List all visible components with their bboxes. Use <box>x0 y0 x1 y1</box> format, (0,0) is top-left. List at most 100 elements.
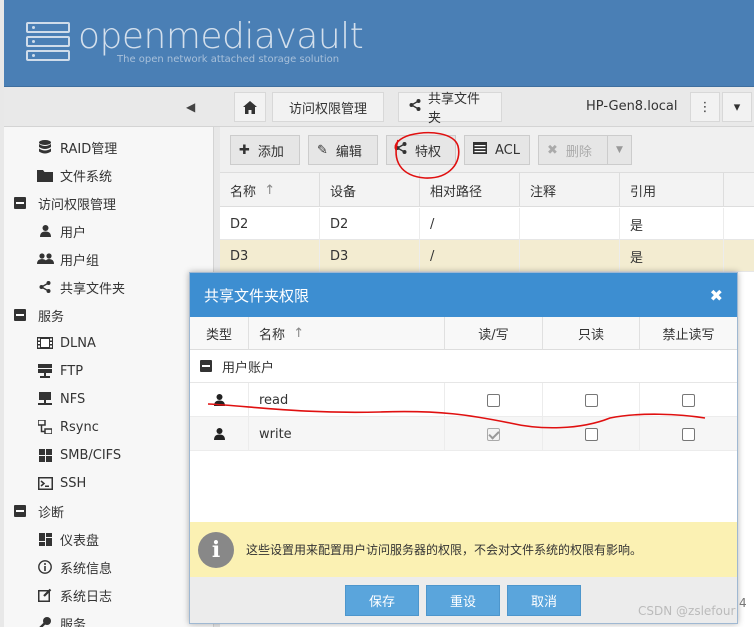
chevron-down-icon[interactable]: ▼ <box>607 136 631 164</box>
column-header-device[interactable]: 设备 <box>320 173 420 207</box>
column-header-read-only[interactable]: 只读 <box>543 317 640 350</box>
grid-header: 名称 ↑ 设备 相对路径 注释 引用 <box>220 173 754 207</box>
delete-button[interactable]: ✖ 删除 ▼ <box>538 135 632 165</box>
film-icon <box>36 337 54 349</box>
save-button[interactable]: 保存 <box>345 585 419 616</box>
logo-text: openmediavault <box>78 16 364 57</box>
group-row-user-accounts[interactable]: 用户账户 <box>190 350 737 383</box>
column-header-name[interactable]: 名称 ↑ <box>220 173 320 207</box>
column-header-no-access[interactable]: 禁止读写 <box>640 317 737 350</box>
system-menu[interactable]: ⋮ ▾ <box>690 92 752 122</box>
users-icon <box>36 253 54 265</box>
user-name: write <box>249 417 445 451</box>
sidebar-item-label: DLNA <box>60 335 96 351</box>
no-access-checkbox[interactable] <box>682 427 695 441</box>
sidebar-item-syslog[interactable]: 系统日志 <box>36 581 112 609</box>
collapse-icon[interactable] <box>200 360 212 372</box>
watermark: CSDN @zslefour <box>638 604 736 618</box>
sidebar-item-nfs[interactable]: NFS <box>36 385 85 413</box>
tagline: The open network attached storage soluti… <box>117 54 340 65</box>
table-row-selected[interactable]: D3 D3 / 是 <box>220 240 754 272</box>
share-icon <box>36 281 54 293</box>
collapse-nav-icon[interactable]: ◀ <box>186 100 200 114</box>
column-header-path[interactable]: 相对路径 <box>420 173 520 207</box>
cell-referenced: 是 <box>620 208 724 240</box>
add-button[interactable]: ✚ 添加 <box>230 135 300 165</box>
read-write-checkbox[interactable] <box>487 427 500 441</box>
read-only-checkbox[interactable] <box>584 427 598 441</box>
sidebar-item-rsync[interactable]: Rsync <box>36 413 99 441</box>
cell-device: D3 <box>320 240 420 272</box>
no-access-cell <box>640 417 737 451</box>
sidebar-item-sysinfo[interactable]: 系统信息 <box>36 553 112 581</box>
sidebar-item-label: SSH <box>60 475 87 491</box>
sidebar-group-label: 服务 <box>38 309 65 325</box>
close-icon[interactable]: ✖ <box>710 286 723 305</box>
sidebar-item-dashboard[interactable]: 仪表盘 <box>36 525 99 553</box>
cancel-button[interactable]: 取消 <box>507 585 581 616</box>
privileges-button[interactable]: 特权 <box>386 135 456 165</box>
read-only-cell <box>543 383 640 417</box>
edit-icon <box>36 588 54 602</box>
info-icon: i <box>198 531 234 568</box>
column-header-referenced[interactable]: 引用 <box>620 173 724 207</box>
sidebar-item-users[interactable]: 用户 <box>36 217 86 245</box>
sidebar-group-services[interactable]: 服务 <box>14 301 64 329</box>
sidebar-item-dlna[interactable]: DLNA <box>36 329 96 357</box>
dialog-title: 共享文件夹权限 <box>204 286 310 305</box>
sidebar-item-services-diag[interactable]: 服务 <box>36 609 86 627</box>
chevron-down-icon[interactable]: ▾ <box>722 92 752 122</box>
windows-icon <box>36 448 54 462</box>
sidebar-item-filesystem[interactable]: 文件系统 <box>36 161 112 189</box>
sidebar-item-ssh[interactable]: SSH <box>36 469 86 497</box>
info-banner: i 这些设置用来配置用户访问服务器的权限，不会对文件系统的权限有影响。 <box>190 522 737 577</box>
edit-button[interactable]: ✎ 编辑 <box>308 135 378 165</box>
add-label: 添加 <box>257 144 284 160</box>
sidebar-item-label: FTP <box>60 363 84 379</box>
table-row[interactable]: D2 D2 / 是 <box>220 208 754 240</box>
close-icon: ✖ <box>547 142 558 158</box>
cell-name: D2 <box>220 208 320 240</box>
server-icon <box>36 364 54 378</box>
logo-icon <box>26 22 72 62</box>
info-text: 这些设置用来配置用户访问服务器的权限，不会对文件系统的权限有影响。 <box>246 543 643 557</box>
sidebar-item-label: RAID管理 <box>60 141 118 157</box>
acl-button[interactable]: ACL <box>464 135 530 165</box>
column-header-comment[interactable]: 注释 <box>520 173 620 207</box>
read-write-checkbox[interactable] <box>487 393 500 407</box>
user-icon <box>36 225 54 237</box>
sidebar-item-label: 用户组 <box>60 253 100 269</box>
read-only-checkbox[interactable] <box>584 393 598 407</box>
reset-button[interactable]: 重设 <box>426 585 500 616</box>
column-header-name[interactable]: 名称 ↑ <box>249 317 445 350</box>
user-row-write[interactable]: write <box>190 417 737 451</box>
sidebar-item-label: NFS <box>60 391 86 407</box>
list-icon <box>473 142 487 158</box>
sidebar-item-label: 服务 <box>60 617 87 627</box>
sidebar-item-smb[interactable]: SMB/CIFS <box>36 441 121 469</box>
user-icon <box>190 383 249 417</box>
sidebar-item-shared-folders[interactable]: 共享文件夹 <box>36 273 125 301</box>
home-icon <box>243 100 257 114</box>
user-row-read[interactable]: read <box>190 383 737 417</box>
sidebar-item-groups[interactable]: 用户组 <box>36 245 99 273</box>
sidebar-item-label: 用户 <box>60 225 87 241</box>
breadcrumb-access-rights[interactable]: 访问权限管理 <box>272 92 384 122</box>
home-button[interactable] <box>234 92 266 122</box>
sidebar-group-diagnostics[interactable]: 诊断 <box>14 497 64 525</box>
user-icon <box>190 417 249 451</box>
no-access-checkbox[interactable] <box>682 393 695 407</box>
cell-path: / <box>420 208 520 240</box>
plus-icon: ✚ <box>239 142 250 158</box>
vertical-dots-icon[interactable]: ⋮ <box>690 92 720 122</box>
column-header-type[interactable]: 类型 <box>190 317 249 350</box>
wrench-icon <box>36 616 54 627</box>
sidebar-item-raid[interactable]: RAID管理 <box>36 133 117 161</box>
column-header-read-write[interactable]: 读/写 <box>445 317 543 350</box>
dialog-title-bar[interactable]: 共享文件夹权限 ✖ <box>190 273 737 317</box>
sidebar-item-ftp[interactable]: FTP <box>36 357 83 385</box>
delete-label: 删除 <box>565 144 592 160</box>
sidebar-item-label: Rsync <box>60 419 99 435</box>
breadcrumb-shared-folders[interactable]: 共享文件夹 <box>398 92 502 126</box>
sidebar-group-access[interactable]: 访问权限管理 <box>14 189 116 217</box>
